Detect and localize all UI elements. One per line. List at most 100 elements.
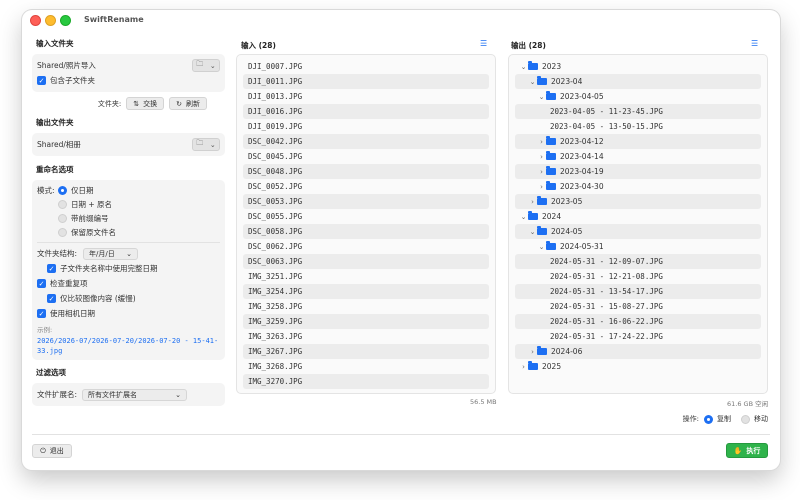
input-folder-title: 输入文件夹	[36, 39, 74, 48]
chevron-down-icon[interactable]: ⌄	[528, 228, 537, 236]
folder-structure-label: 文件夹结构:	[37, 249, 78, 258]
filter-options-card: 文件扩展名: 所有文件扩展名 ⌄	[32, 383, 225, 406]
include-subfolders-row[interactable]: ✓ 包含子文件夹	[37, 73, 220, 88]
operation-row: 操作: 复制 移动	[683, 414, 768, 424]
input-file-list[interactable]: DJI_0007.JPG DJI_0011.JPG DJI_0013.JPG DJI_…	[236, 54, 496, 394]
list-view-icon[interactable]: ☰	[751, 39, 758, 48]
list-item[interactable]: IMG_3267.JPG	[243, 344, 489, 359]
tree-label: 2024-05-31 - 15-08-27.JPG	[550, 302, 663, 311]
tree-file[interactable]: 2024-05-31 - 12-21-08.JPG	[515, 269, 761, 284]
tree-folder[interactable]: ⌄ 2024-05-31	[515, 239, 761, 254]
list-item[interactable]: IMG_3254.JPG	[243, 284, 489, 299]
tree-file[interactable]: 2024-05-31 - 17-24-22.JPG	[515, 329, 761, 344]
mode-row-1[interactable]: 日期 + 原名	[37, 197, 220, 211]
list-item[interactable]: DJI_0019.JPG	[243, 119, 489, 134]
list-item[interactable]: DJI_0011.JPG	[243, 74, 489, 89]
list-item[interactable]: DSC_0045.JPG	[243, 149, 489, 164]
tree-file[interactable]: 2023-04-05 - 13-50-15.JPG	[515, 119, 761, 134]
mode-radio-keep-name[interactable]	[58, 227, 67, 237]
output-folder-picker[interactable]: 🗀 ⌄	[192, 138, 220, 151]
output-tree[interactable]: ⌄ 2023 ⌄ 2023-04 ⌄ 2023-04-05 2023-04-05 - 11-…	[508, 54, 768, 394]
chevron-down-icon[interactable]: ⌄	[537, 243, 546, 251]
chevron-right-icon[interactable]: ›	[537, 138, 546, 146]
tree-folder[interactable]: ⌄ 2023	[515, 59, 761, 74]
mode-radio-date-only[interactable]	[58, 185, 67, 195]
run-button[interactable]: ✋ 执行	[726, 443, 768, 458]
list-item[interactable]: DSC_0048.JPG	[243, 164, 489, 179]
include-subfolders-checkbox[interactable]: ✓	[37, 76, 46, 85]
chevron-down-icon[interactable]: ⌄	[519, 63, 528, 71]
tree-folder[interactable]: ⌄ 2023-04-05	[515, 89, 761, 104]
tree-folder[interactable]: › 2023-04-12	[515, 134, 761, 149]
list-item[interactable]: DSC_0053.JPG	[243, 194, 489, 209]
input-folder-picker[interactable]: 🗀 ⌄	[192, 59, 220, 72]
list-item[interactable]: DSC_0063.JPG	[243, 254, 489, 269]
mode-row-2[interactable]: 带前缀编号	[37, 211, 220, 225]
compare-content-checkbox[interactable]: ✓	[47, 294, 56, 303]
list-item[interactable]: IMG_3251.JPG	[243, 269, 489, 284]
list-item[interactable]: DSC_0042.JPG	[243, 134, 489, 149]
camera-date-row[interactable]: ✓ 使用相机日期	[37, 306, 220, 321]
list-item[interactable]: DJI_0016.JPG	[243, 104, 489, 119]
chevron-down-icon[interactable]: ⌄	[537, 93, 546, 101]
tree-file[interactable]: 2024-05-31 - 16-06-22.JPG	[515, 314, 761, 329]
list-item[interactable]: DSC_0052.JPG	[243, 179, 489, 194]
tree-folder[interactable]: › 2023-04-14	[515, 149, 761, 164]
chevron-right-icon[interactable]: ›	[537, 153, 546, 161]
refresh-button[interactable]: ↻ 刷新	[169, 97, 207, 110]
tree-label: 2024-05-31 - 12-21-08.JPG	[550, 272, 663, 281]
chevron-right-icon[interactable]: ›	[528, 348, 537, 356]
folder-structure-select[interactable]: 年/月/日 ⌄	[83, 247, 139, 260]
mode-radio-prefix-number[interactable]	[58, 213, 67, 223]
tree-folder[interactable]: ⌄ 2023-04	[515, 74, 761, 89]
tree-file[interactable]: 2024-05-31 - 13-54-17.JPG	[515, 284, 761, 299]
list-item[interactable]: DSC_0062.JPG	[243, 239, 489, 254]
list-item[interactable]: DJI_0013.JPG	[243, 89, 489, 104]
list-item[interactable]: DSC_0055.JPG	[243, 209, 489, 224]
tree-file[interactable]: 2023-04-05 - 11-23-45.JPG	[515, 104, 761, 119]
tree-file[interactable]: 2024-05-31 - 12-09-07.JPG	[515, 254, 761, 269]
check-duplicates-checkbox[interactable]: ✓	[37, 279, 46, 288]
tree-folder[interactable]: › 2023-05	[515, 194, 761, 209]
zoom-window-button[interactable]	[60, 15, 71, 26]
chevron-right-icon[interactable]: ›	[519, 363, 528, 371]
chevron-right-icon[interactable]: ›	[528, 198, 537, 206]
chevron-down-icon[interactable]: ⌄	[519, 213, 528, 221]
tree-folder[interactable]: ⌄ 2024-05	[515, 224, 761, 239]
tree-folder[interactable]: › 2023-04-19	[515, 164, 761, 179]
list-view-icon[interactable]: ☰	[480, 39, 487, 48]
mode-radio-date-name[interactable]	[58, 199, 67, 209]
input-size: 56.5 MB	[470, 398, 497, 406]
chevron-down-icon[interactable]: ⌄	[528, 78, 537, 86]
chevron-right-icon[interactable]: ›	[537, 168, 546, 176]
list-item[interactable]: IMG_3268.JPG	[243, 359, 489, 374]
list-item[interactable]: DSC_0058.JPG	[243, 224, 489, 239]
compare-content-row[interactable]: ✓ 仅比较图像内容 (缓慢)	[37, 291, 220, 306]
folder-icon	[546, 241, 556, 250]
tree-folder[interactable]: › 2025	[515, 359, 761, 374]
check-duplicates-row[interactable]: ✓ 检查重复项	[37, 276, 220, 291]
tree-folder[interactable]: ⌄ 2024	[515, 209, 761, 224]
mode-row-3[interactable]: 保留原文件名	[37, 225, 220, 239]
close-window-button[interactable]	[30, 15, 41, 26]
full-date-row[interactable]: ✓ 子文件夹名称中使用完整日期	[37, 261, 220, 276]
exit-button[interactable]: ⏻ 退出	[32, 444, 72, 458]
chevron-right-icon[interactable]: ›	[537, 183, 546, 191]
camera-date-checkbox[interactable]: ✓	[37, 309, 46, 318]
move-radio[interactable]	[741, 414, 750, 424]
full-date-checkbox[interactable]: ✓	[47, 264, 56, 273]
swap-button[interactable]: ⇅ 交换	[126, 97, 165, 110]
tree-file[interactable]: 2024-05-31 - 15-08-27.JPG	[515, 299, 761, 314]
list-item[interactable]: DJI_0007.JPG	[243, 59, 489, 74]
list-item[interactable]: IMG_3258.JPG	[243, 299, 489, 314]
tree-label: 2024-05-31	[560, 242, 604, 251]
list-item[interactable]: IMG_3263.JPG	[243, 329, 489, 344]
tree-folder[interactable]: › 2023-04-30	[515, 179, 761, 194]
list-item[interactable]: IMG_3270.JPG	[243, 374, 489, 389]
list-item[interactable]: IMG_3259.JPG	[243, 314, 489, 329]
mode-row-0[interactable]: 模式: 仅日期	[37, 183, 220, 197]
tree-folder[interactable]: › 2024-06	[515, 344, 761, 359]
extension-select[interactable]: 所有文件扩展名 ⌄	[82, 388, 188, 401]
minimize-window-button[interactable]	[45, 15, 56, 26]
copy-radio[interactable]	[704, 414, 713, 424]
